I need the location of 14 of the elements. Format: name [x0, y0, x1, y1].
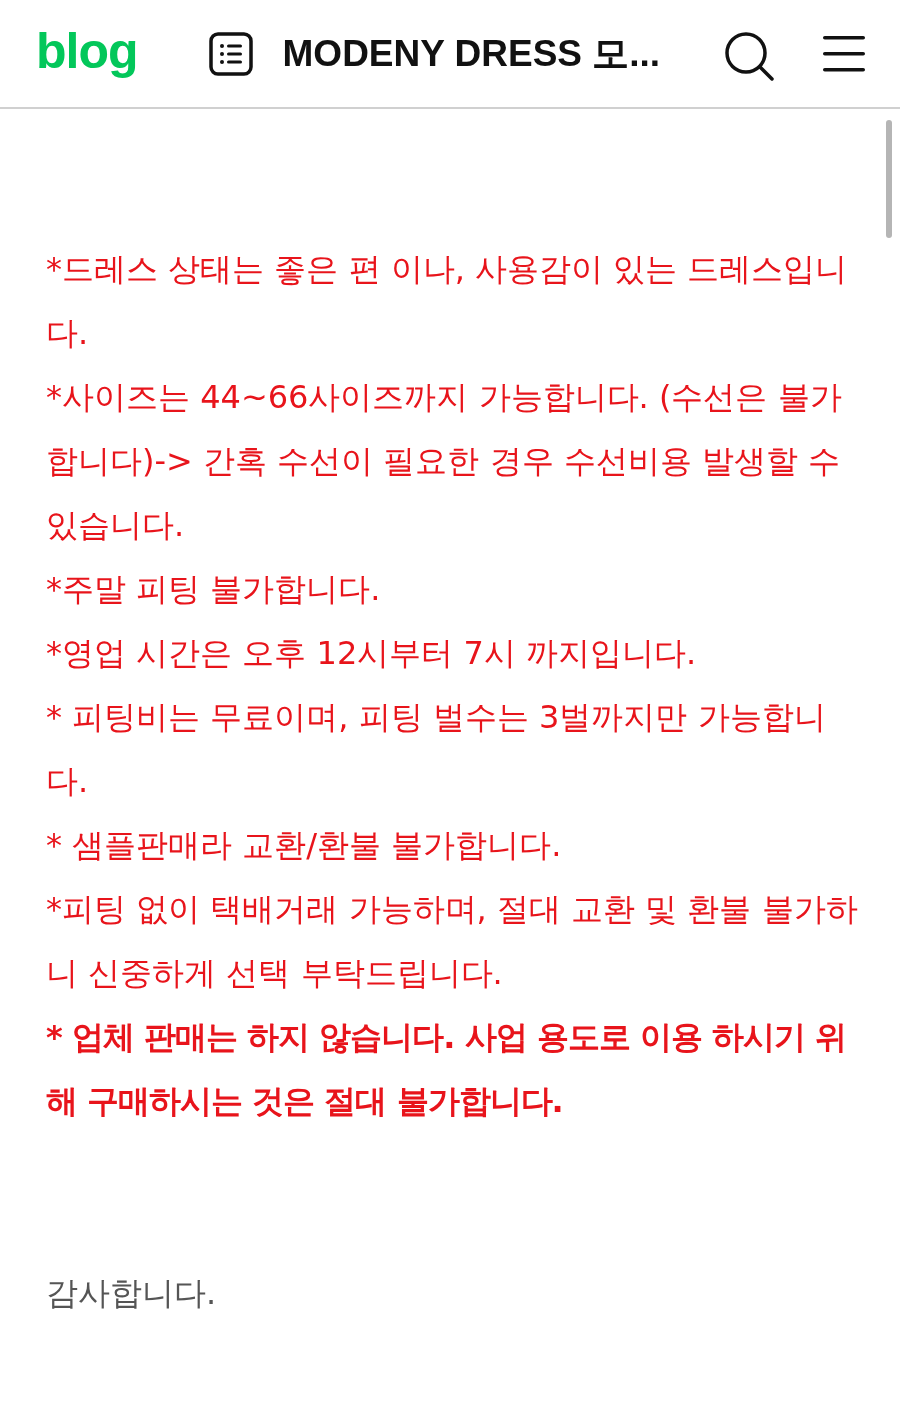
- search-icon[interactable]: [724, 30, 774, 81]
- notice-text: *영업 시간은 오후 12시부터 7시 까지입니다.: [46, 633, 698, 674]
- notice-text: *주말 피팅 불가합니다.: [46, 569, 382, 610]
- scrollbar-thumb[interactable]: [886, 120, 892, 238]
- menu-icon[interactable]: [822, 34, 866, 73]
- list-icon[interactable]: [208, 31, 253, 76]
- notice-text: *사이즈는 44~66사이즈까지 가능합니다. (수선은 불가합니다)-> 간혹 수선이 필요한 경우 수선비용 발생할 수 있습니다.: [46, 377, 843, 546]
- notice-text: * 업체 판매는 하지 않습니다. 사업 용도로 이용 하시기 위해 구매하시는 것은 절대 불가합니다.: [46, 1017, 848, 1122]
- notice-text: *피팅 없이 택배거래 가능하며, 절대 교환 및 환불 불가하니 신중하게 선택 부탁드립니다.: [46, 889, 859, 994]
- closing-text: 감사합니다.: [46, 1273, 218, 1314]
- notice-text: *드레스 상태는 좋은 편 이나, 사용감이 있는 드레스입니다.: [46, 249, 849, 354]
- notice-text: * 샘플판매라 교환/환불 불가합니다.: [46, 825, 563, 866]
- blog-title[interactable]: MODENY DRESS 모...: [282, 28, 724, 79]
- notice-text: * 피팅비는 무료이며, 피팅 벌수는 3벌까지만 가능합니다.: [46, 697, 827, 802]
